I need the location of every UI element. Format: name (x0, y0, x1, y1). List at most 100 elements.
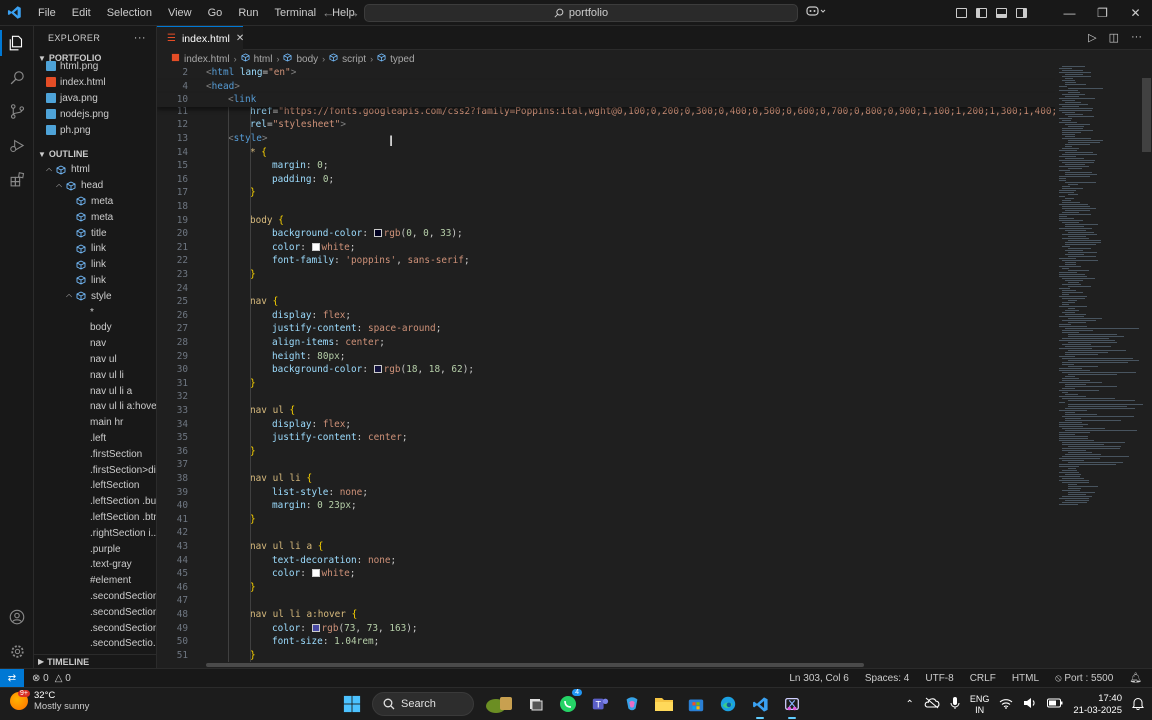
code-line[interactable]: 30 background-color: rgb(18, 18, 62); (157, 363, 1055, 377)
code-line[interactable]: 50 font-size: 1.04rem; (157, 635, 1055, 649)
code-line[interactable]: 13 <style> (157, 132, 1055, 146)
back-arrow-icon[interactable]: ← (322, 5, 335, 20)
menu-go[interactable]: Go (200, 0, 231, 26)
encoding[interactable]: UTF-8 (925, 673, 953, 684)
split-editor-icon[interactable]: ◫ (1109, 31, 1119, 44)
outline-item[interactable]: meta (34, 194, 156, 210)
code-line[interactable]: 18 (157, 200, 1055, 214)
code-line[interactable]: 27 justify-content: space-around; (157, 322, 1055, 336)
code-line[interactable]: 29 height: 80px; (157, 350, 1055, 364)
color-swatch[interactable] (373, 365, 382, 374)
weather-widget[interactable]: 9+ 32°C Mostly sunny (10, 690, 89, 712)
notifications-bell-icon[interactable]: 🔔︎ (1129, 673, 1142, 684)
breadcrumb-item[interactable]: body (296, 54, 318, 65)
source-control-icon[interactable] (0, 94, 34, 128)
outline-item[interactable]: nav (34, 336, 156, 352)
code-line[interactable]: 2 <html lang="en"> (157, 66, 1055, 80)
tab-index-html[interactable]: ☰ index.html ✕ (157, 26, 244, 50)
snipping-tool-icon[interactable] (780, 692, 804, 719)
code-line[interactable]: 23} (157, 268, 1055, 282)
file-item[interactable]: ph.png (46, 122, 156, 138)
whatsapp-icon[interactable]: 4 (556, 689, 582, 716)
code-line[interactable]: 17} (157, 186, 1055, 200)
outline-item[interactable]: * (34, 304, 156, 320)
toggle-panel-icon[interactable] (996, 8, 1007, 18)
code-line[interactable]: 26 display: flex; (157, 309, 1055, 323)
code-line[interactable]: 39 list-style: none; (157, 486, 1055, 500)
code-line[interactable]: 48 nav ul li a:hover { (157, 608, 1055, 622)
breadcrumb-item[interactable]: index.html (184, 54, 230, 65)
windows-start-icon[interactable] (340, 692, 364, 716)
code-line[interactable]: 36} (157, 445, 1055, 459)
cursor-position[interactable]: Ln 303, Col 6 (789, 673, 849, 684)
menu-run[interactable]: Run (230, 0, 266, 26)
warnings-status[interactable]: △ 0 (55, 673, 71, 684)
microphone-icon[interactable] (950, 696, 960, 713)
vertical-scrollbar[interactable] (1142, 78, 1151, 152)
outline-item[interactable]: .leftSection .bu... (34, 494, 156, 510)
search-icon[interactable] (0, 60, 34, 94)
code-line[interactable]: 28 align-items: center; (157, 336, 1055, 350)
color-swatch[interactable] (373, 229, 382, 238)
outline-item[interactable]: ⌵ html (34, 162, 156, 178)
color-swatch[interactable] (311, 623, 320, 632)
timeline-header[interactable]: ▶ TIMELINE (34, 654, 156, 668)
code-line[interactable]: 22 font-family: 'poppins', sans-serif; (157, 254, 1055, 268)
settings-gear-icon[interactable] (0, 634, 34, 668)
file-item[interactable]: html.png (46, 58, 156, 74)
outline-item[interactable]: .secondSection... (34, 620, 156, 636)
volume-icon[interactable] (1023, 697, 1037, 712)
extensions-icon[interactable] (0, 162, 34, 196)
code-line[interactable]: 24 (157, 282, 1055, 296)
code-line[interactable]: 41} (157, 513, 1055, 527)
outline-item[interactable]: ⌵ head (34, 178, 156, 194)
code-line[interactable]: 20 background-color: rgb(0, 0, 33); (157, 227, 1055, 241)
color-swatch[interactable] (311, 242, 320, 251)
customize-layout-icon[interactable] (956, 8, 967, 18)
minimize-icon[interactable]: — (1053, 6, 1086, 20)
input-language[interactable]: ENG IN (970, 694, 990, 716)
outline-item[interactable]: nav ul (34, 352, 156, 368)
run-play-icon[interactable]: ▷ (1088, 31, 1096, 44)
code-line[interactable]: 10 <link (157, 93, 1055, 107)
line-endings[interactable]: CRLF (970, 673, 996, 684)
remote-indicator-icon[interactable]: ⇄ (0, 668, 24, 688)
outline-item[interactable]: nav ul li a (34, 383, 156, 399)
outline-item[interactable]: .leftSection .btn (34, 510, 156, 526)
task-view-icon[interactable] (524, 692, 548, 716)
code-line[interactable]: 40 margin: 0 23px; (157, 499, 1055, 513)
breadcrumb-item[interactable]: html (254, 54, 273, 65)
store-icon[interactable] (684, 692, 708, 716)
battery-icon[interactable] (1047, 698, 1063, 711)
code-line[interactable]: 25 nav { (157, 295, 1055, 309)
restore-icon[interactable]: ❐ (1086, 6, 1119, 20)
code-line[interactable]: 37 (157, 458, 1055, 472)
more-actions-icon[interactable]: ··· (134, 32, 146, 44)
outline-item[interactable]: .text-gray (34, 557, 156, 573)
code-line[interactable]: 45 color: white; (157, 567, 1055, 581)
outline-item[interactable]: .secondSection (34, 589, 156, 605)
color-swatch[interactable] (311, 569, 320, 578)
outline-item[interactable]: .secondSectio... (34, 636, 156, 652)
outline-item[interactable]: body (34, 320, 156, 336)
outline-item[interactable]: link (34, 273, 156, 289)
breadcrumb-item[interactable]: script (342, 54, 366, 65)
code-line[interactable]: 46} (157, 581, 1055, 595)
show-hidden-icons-icon[interactable]: ⌃ (905, 699, 913, 710)
outline-item[interactable]: meta (34, 209, 156, 225)
code-editor[interactable]: 11 href="https://fonts.googleapis.com/css… (157, 66, 1055, 662)
outline-item[interactable]: title (34, 225, 156, 241)
explorer-icon[interactable] (0, 26, 34, 60)
outline-item[interactable]: main hr (34, 415, 156, 431)
outline-item[interactable]: .firstSection (34, 446, 156, 462)
indentation[interactable]: Spaces: 4 (865, 673, 909, 684)
menu-terminal[interactable]: Terminal (267, 0, 325, 26)
code-line[interactable]: 4 <head> (157, 79, 1055, 94)
file-item[interactable]: nodejs.png (46, 106, 156, 122)
run-debug-icon[interactable] (0, 128, 34, 162)
code-line[interactable]: 19 body { (157, 214, 1055, 228)
forward-arrow-icon[interactable]: → (347, 5, 360, 20)
teams-icon[interactable]: T (588, 692, 612, 716)
code-line[interactable]: 47 (157, 594, 1055, 608)
command-center-search[interactable]: portfolio (364, 4, 798, 22)
